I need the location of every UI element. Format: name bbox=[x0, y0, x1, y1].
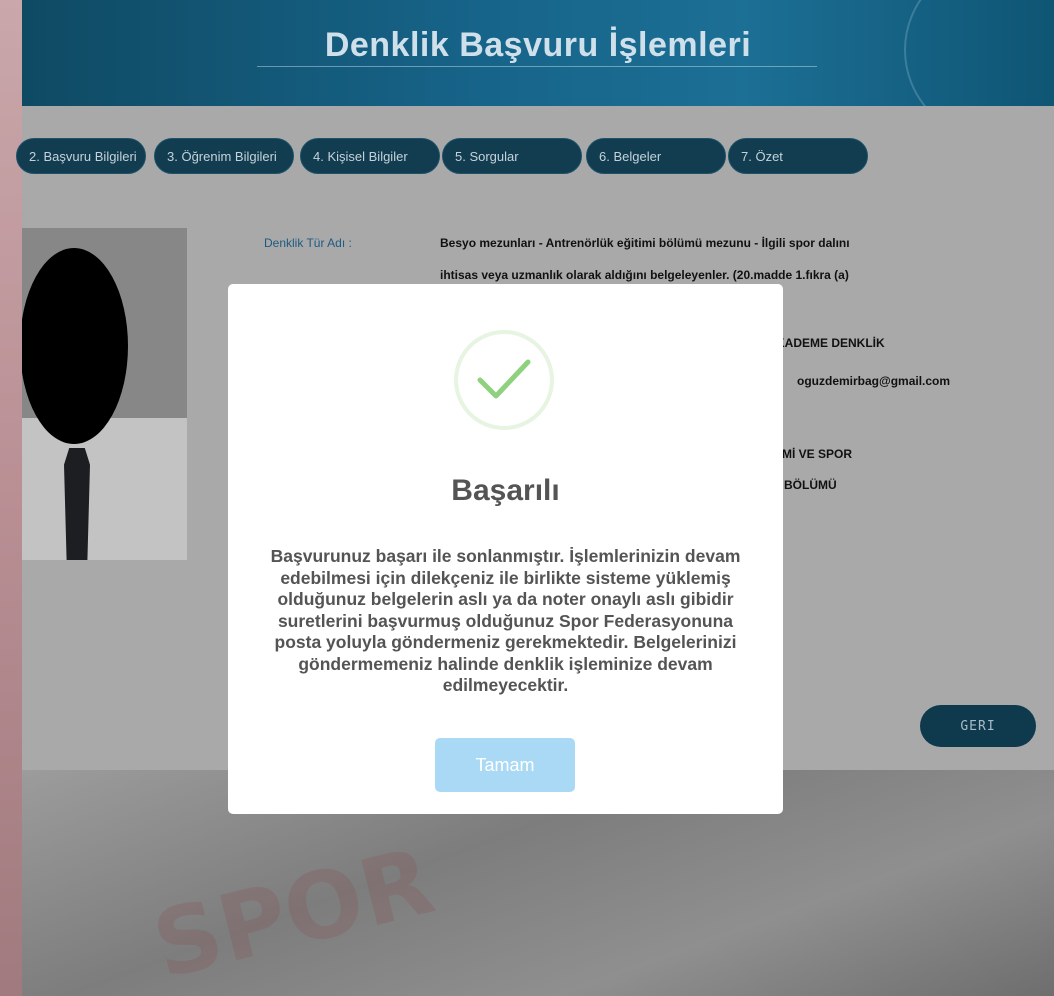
dialog-message-line: edilmeyecektir. bbox=[442, 675, 569, 695]
photo-tie bbox=[64, 448, 90, 560]
tab-ogrenim-bilgileri[interactable]: 3. Öğrenim Bilgileri bbox=[154, 138, 294, 174]
school-value-line2: BÖLÜMÜ bbox=[784, 478, 837, 492]
checkmark-icon bbox=[477, 359, 531, 399]
tab-ozet[interactable]: 7. Özet bbox=[728, 138, 868, 174]
photo-shirt bbox=[22, 418, 187, 560]
dialog-title: Başarılı bbox=[451, 474, 560, 507]
redacted-face bbox=[22, 248, 128, 444]
page-header: Denklik Başvuru İşlemleri bbox=[22, 0, 1054, 106]
spor-watermark: SPOR bbox=[143, 827, 444, 996]
dialog-message-line: edebilmesi için dilekçeniz ile birlikte … bbox=[280, 567, 731, 588]
tab-sorgular[interactable]: 5. Sorgular bbox=[442, 138, 582, 174]
applicant-photo bbox=[22, 228, 187, 560]
level-value: KADEME DENKLİK bbox=[776, 336, 885, 350]
school-value-line1: Mİ VE SPOR bbox=[782, 447, 853, 461]
dialog-message-line: posta yoluyla göndermeniz gerekmektedir.… bbox=[274, 632, 737, 652]
success-dialog: Başarılı Başvurunuz başarı ile sonlanmış… bbox=[228, 284, 783, 814]
page-title: Denklik Başvuru İşlemleri bbox=[324, 26, 752, 64]
denklik-type-label: Denklik Tür Adı : bbox=[264, 236, 352, 250]
email-value: oguzdemirbag@gmail.com bbox=[797, 374, 951, 388]
dialog-message-line: göndermemeniz halinde denklik işleminize… bbox=[298, 653, 713, 674]
dialog-message: Başvurunuz başarı ile sonlanmıştır. İşle… bbox=[248, 546, 763, 697]
tab-kisisel-bilgiler[interactable]: 4. Kişisel Bilgiler bbox=[300, 138, 440, 174]
ok-button[interactable]: Tamam bbox=[435, 738, 575, 792]
back-button[interactable]: GERI bbox=[920, 705, 1036, 747]
denklik-type-line1: Besyo mezunları - Antrenörlük eğitimi bö… bbox=[440, 236, 850, 250]
denklik-type-line2: ihtisas veya uzmanlık olarak aldığını be… bbox=[440, 268, 849, 282]
dialog-message-line: suretlerini başvurmuş olduğunuz Spor Fed… bbox=[277, 610, 734, 631]
tab-basvuru-bilgileri[interactable]: 2. Başvuru Bilgileri bbox=[16, 138, 146, 174]
tab-belgeler[interactable]: 6. Belgeler bbox=[586, 138, 726, 174]
dialog-message-line: Başvurunuz başarı ile sonlanmıştır. İşle… bbox=[270, 546, 741, 566]
dialog-message-line: olduğunuz belgelerin aslı ya da noter on… bbox=[277, 589, 734, 609]
header-underline bbox=[257, 66, 817, 67]
